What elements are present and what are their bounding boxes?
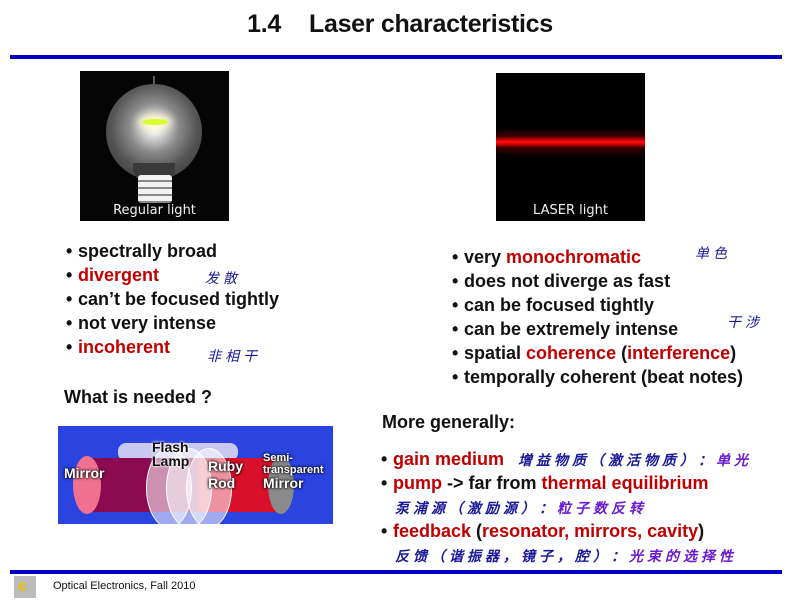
general-list-item: • gain medium 增益物质（激活物质）：单光 (381, 447, 752, 471)
general-list-item: • feedback (resonator, mirrors, cavity) (381, 519, 752, 543)
slide-title: 1.4 Laser characteristics (0, 10, 800, 39)
bullet-icon: • (452, 271, 459, 291)
flash-lamp-label-line: Flash (152, 439, 189, 455)
what-is-needed-heading: What is needed ? (64, 387, 213, 407)
regular-list-item-text: can’t be focused tightly (78, 289, 280, 309)
cn-note-text: 增益物质（激活物质）： (518, 453, 717, 469)
general-list-item-text: ) (698, 521, 705, 541)
general-list-item: 反馈（谐振器，镜子，腔）：光束的选择性 (381, 543, 752, 567)
bullet-icon: • (452, 367, 459, 387)
regular-list-item-text: spectrally broad (78, 241, 218, 261)
general-list-item-text: feedback (393, 521, 472, 541)
course-logo-icon: є (14, 576, 36, 598)
bullet-icon: • (452, 343, 459, 363)
laser-list-item-text: coherence (526, 343, 617, 363)
bottom-divider (10, 570, 782, 574)
monochromatic-cn-note: 单色 (695, 246, 731, 262)
laser-list-item-text: temporally coherent (beat notes) (464, 367, 744, 387)
semi-mirror-label-line: Semi- (263, 452, 293, 464)
laser-list-item-text: can be focused tightly (464, 295, 655, 315)
bullet-icon: • (66, 313, 73, 333)
semi-mirror-label-line: Mirror (263, 475, 304, 491)
ruby-rod-label: Ruby Rod (208, 458, 243, 492)
general-list-item-text: gain medium (393, 449, 505, 469)
regular-list-item: • not very intense (66, 311, 279, 335)
laser-list-item: • can be focused tightly (452, 293, 743, 317)
regular-list-item-text: incoherent (78, 337, 171, 357)
bullet-icon: • (66, 289, 73, 309)
laser-list-item: • spatial coherence (interference) (452, 341, 743, 365)
interference-cn-note: 干涉 (727, 315, 763, 331)
cn-translation-line: 反馈（谐振器，镜子，腔）：光束的选择性 (395, 549, 737, 565)
general-list-item-text: thermal equilibrium (541, 473, 709, 493)
divergent-cn-note: 发散 (205, 271, 241, 287)
cn-note-text: 光束的选择性 (629, 549, 737, 565)
laser-list-item: • temporally coherent (beat notes) (452, 365, 743, 389)
flash-lamp-label-line: Lamp (152, 453, 190, 469)
bullet-icon: • (66, 241, 73, 261)
cn-note-text: 泵浦源（激励源）： (395, 501, 557, 517)
laser-list-item-text: ) (730, 343, 737, 363)
general-list-item-text: ( (471, 521, 483, 541)
more-generally-heading: More generally: (382, 412, 516, 432)
general-list-item-text: -> far from (442, 473, 542, 493)
top-divider (10, 55, 782, 59)
general-list-item: 泵浦源（激励源）：粒子数反转 (381, 495, 752, 519)
general-list-item-text: pump (393, 473, 442, 493)
regular-light-caption: Regular light (113, 203, 196, 218)
laser-list-item-text: interference (627, 343, 731, 363)
cn-translation-line: 泵浦源（激励源）：粒子数反转 (395, 501, 647, 517)
laser-list-item-text: monochromatic (506, 247, 642, 267)
regular-list-item-text: not very intense (78, 313, 217, 333)
semi-mirror-label: Semi- transparent Mirror (263, 452, 324, 491)
gain-medium-cn-note: 增益物质（激活物质）：单光 (518, 453, 752, 469)
bullet-icon: • (381, 473, 388, 493)
bullet-icon: • (452, 319, 459, 339)
bulb-base (138, 175, 172, 203)
laser-list-item: • can be extremely intense (452, 317, 743, 341)
bullet-icon: • (452, 295, 459, 315)
laser-beam (496, 136, 645, 148)
flash-lamp-label: Flash Lamp (152, 440, 189, 468)
laser-light-caption: LASER light (533, 203, 608, 218)
regular-list-item: • spectrally broad (66, 239, 279, 263)
incoherent-cn-note: 非相干 (207, 349, 261, 365)
bullet-icon: • (66, 337, 73, 357)
bullet-icon: • (66, 265, 73, 285)
regular-list-item: • can’t be focused tightly (66, 287, 279, 311)
laser-list-item-text: does not diverge as fast (464, 271, 671, 291)
laser-light-list: • very monochromatic • does not diverge as … (452, 245, 743, 389)
cn-note-text: 反馈（谐振器，镜子，腔）： (395, 549, 629, 565)
title-text: Laser characteristics (309, 10, 553, 38)
general-requirements-list: • gain medium 增益物质（激活物质）：单光 • pump -> far fr… (381, 447, 752, 567)
regular-light-list: • spectrally broad • divergent • can’t be foc… (66, 239, 279, 359)
regular-list-item-text: divergent (78, 265, 160, 285)
regular-list-item: • divergent (66, 263, 279, 287)
ruby-rod-label-line: Rod (208, 475, 236, 491)
laser-list-item-text: very (464, 247, 507, 267)
general-list-item-text: resonator, mirrors, cavity (482, 521, 699, 541)
footer-course-label: Optical Electronics, Fall 2010 (53, 580, 196, 592)
ruby-laser-diagram: Mirror Flash Lamp Ruby Rod Semi- transpa… (58, 426, 333, 524)
laser-list-item-text: can be extremely intense (464, 319, 679, 339)
bulb-filament (142, 119, 168, 125)
bullet-icon: • (381, 521, 388, 541)
bullet-icon: • (381, 449, 388, 469)
section-number: 1.4 (247, 10, 281, 38)
ruby-rod-label-line: Ruby (208, 458, 243, 474)
cn-note-text: 粒子数反转 (557, 501, 647, 517)
bullet-icon: • (452, 247, 459, 267)
regular-light-image: Regular light (80, 71, 229, 221)
general-list-item: • pump -> far from thermal equilibrium (381, 471, 752, 495)
laser-list-item: • does not diverge as fast (452, 269, 743, 293)
cn-note-text: 单光 (716, 453, 753, 469)
laser-light-image: LASER light (496, 73, 645, 221)
laser-list-item-text: ( (616, 343, 628, 363)
laser-list-item-text: spatial (464, 343, 527, 363)
mirror-label: Mirror (64, 465, 105, 481)
